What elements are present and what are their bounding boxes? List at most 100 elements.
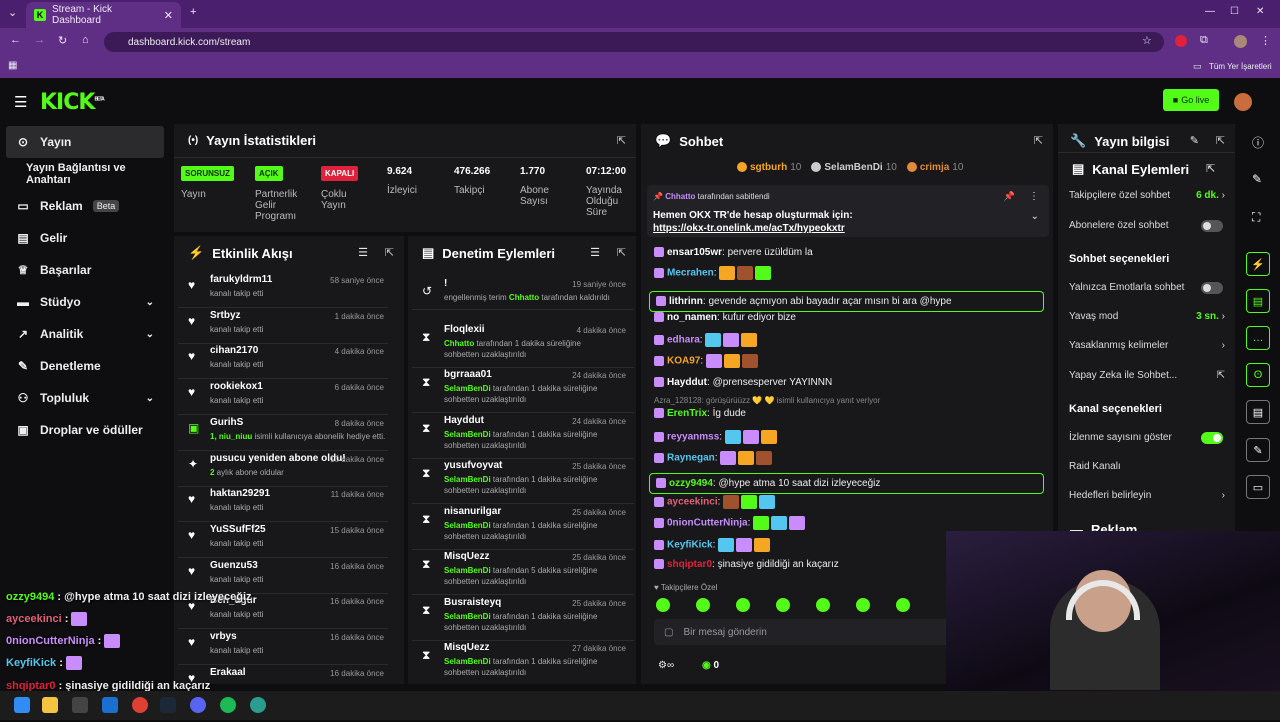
- activity-user[interactable]: pusucu yeniden abone oldu!: [210, 453, 346, 464]
- windows-start-icon[interactable]: [14, 697, 30, 713]
- browser-tab[interactable]: K Stream - Kick Dashboard ✕: [26, 2, 181, 28]
- sidebar-item-droplar[interactable]: ▣ Droplar ve ödüller: [0, 414, 170, 446]
- wrench-tool-icon[interactable]: ✎: [1246, 438, 1270, 462]
- filter-icon[interactable]: ☰: [590, 246, 600, 259]
- close-window-icon[interactable]: ✕: [1256, 6, 1264, 17]
- moderation-target[interactable]: MisqUezz: [444, 551, 490, 562]
- chat-username[interactable]: Raynegan: [667, 453, 715, 464]
- banned-words[interactable]: Yasaklanmış kelimeler ›: [1069, 340, 1225, 351]
- chevron-down-icon[interactable]: ⌄: [1031, 211, 1039, 222]
- home-icon[interactable]: ⌂: [82, 34, 89, 46]
- sidebar-item-topluluk[interactable]: ⚇ Topluluk ⌄: [0, 382, 170, 414]
- chat-username[interactable]: Hayddut: [667, 377, 707, 388]
- chat-username[interactable]: KOA97: [667, 356, 700, 367]
- quick-emote-icon[interactable]: [656, 598, 670, 612]
- sidebar-item-reklam[interactable]: ▭ Reklam Beta: [0, 190, 170, 222]
- activity-user[interactable]: YuSSufFf25: [210, 524, 266, 535]
- expand-icon[interactable]: ⇱: [1206, 162, 1215, 175]
- show-viewers[interactable]: İzlenme sayısını göster: [1069, 432, 1225, 444]
- subs-only-toggle[interactable]: [1201, 220, 1223, 232]
- hamburger-menu-icon[interactable]: ☰: [14, 93, 27, 111]
- window-tool-icon[interactable]: ▭: [1246, 475, 1270, 499]
- okx-link[interactable]: https://okx-tr.onelink.me/acTx/hypeokxtr: [653, 223, 845, 234]
- chat-username[interactable]: no_namen: [667, 312, 717, 323]
- minimize-icon[interactable]: —: [1205, 6, 1215, 17]
- browser-icon[interactable]: [250, 697, 266, 713]
- new-tab-icon[interactable]: +: [190, 6, 196, 18]
- more-icon[interactable]: ⋮: [1029, 191, 1039, 202]
- sidebar-item-analitik[interactable]: ↗ Analitik ⌄: [0, 318, 170, 350]
- spotify-icon[interactable]: [220, 697, 236, 713]
- unpin-icon[interactable]: 📌: [1004, 191, 1015, 202]
- activity-user[interactable]: Erakaal: [210, 667, 246, 678]
- sidebar-item-basarilar[interactable]: ♕ Başarılar: [0, 254, 170, 286]
- quick-emote-icon[interactable]: [696, 598, 710, 612]
- user-avatar[interactable]: [1234, 93, 1252, 111]
- all-bookmarks-label[interactable]: Tüm Yer İşaretleri: [1209, 62, 1272, 71]
- chat-username[interactable]: ayceekinci: [667, 497, 718, 508]
- chat-username[interactable]: Mecrahen: [667, 268, 714, 279]
- moderation-target[interactable]: Busraisteyq: [444, 597, 501, 608]
- sidebar-item-stream-key[interactable]: Yayın Bağlantısı ve Anahtarı: [0, 158, 170, 190]
- activity-user[interactable]: GurihS: [210, 417, 243, 428]
- chrome-icon[interactable]: [132, 697, 148, 713]
- moderation-target[interactable]: MisqUezz: [444, 642, 490, 653]
- forward-icon[interactable]: →: [34, 34, 45, 46]
- moderation-target[interactable]: Hayddut: [444, 415, 484, 426]
- file-explorer-icon[interactable]: [42, 697, 58, 713]
- expand-icon[interactable]: ⇱: [385, 246, 394, 259]
- chat-username[interactable]: ozzy9494: [669, 478, 713, 489]
- slow-mode[interactable]: Yavaş mod 3 sn. ›: [1069, 311, 1225, 322]
- emotes-only-chat[interactable]: Yalnızca Emotlarla sohbet: [1069, 282, 1225, 294]
- activity-user[interactable]: Guenzu53: [210, 560, 258, 571]
- top-gifter[interactable]: sgtburh 10: [737, 162, 801, 173]
- emotes-only-toggle[interactable]: [1201, 282, 1223, 294]
- chat-username[interactable]: 0nionCutterNinja: [667, 518, 748, 529]
- filter-icon[interactable]: ☰: [358, 246, 368, 259]
- chat-username[interactable]: edhara: [667, 335, 700, 346]
- activity-user[interactable]: farukyldrm11: [210, 274, 272, 285]
- chat-username[interactable]: shqiptar0: [667, 559, 712, 570]
- extension-opera-icon[interactable]: [1175, 35, 1187, 47]
- quick-emote-icon[interactable]: [776, 598, 790, 612]
- chat-settings-icon[interactable]: ⚙∞: [658, 660, 674, 671]
- sidebar-item-yayin[interactable]: ⊙ Yayın: [6, 126, 164, 158]
- server-tool-icon[interactable]: ▤: [1246, 400, 1270, 424]
- sidebar-item-studyo[interactable]: ▬ Stüdyo ⌄: [0, 286, 170, 318]
- ai-chat[interactable]: Yapay Zeka ile Sohbet... ⇱: [1069, 370, 1225, 381]
- top-gifter[interactable]: crimja 10: [906, 162, 963, 173]
- chat-username[interactable]: reyyanmss: [667, 432, 719, 443]
- moderation-target[interactable]: !: [444, 278, 447, 289]
- outlook-icon[interactable]: [102, 697, 118, 713]
- back-icon[interactable]: ←: [10, 34, 21, 46]
- raid-channel[interactable]: Raid Kanalı: [1069, 461, 1225, 472]
- url-field[interactable]: dashboard.kick.com/stream: [104, 32, 1164, 52]
- chat-username[interactable]: KeyfiKick: [667, 540, 713, 551]
- activity-user[interactable]: rookiekox1: [210, 381, 263, 392]
- pencil-icon[interactable]: ✎: [1252, 172, 1262, 186]
- close-tab-icon[interactable]: ✕: [164, 9, 173, 22]
- chat-username[interactable]: ensar105wr: [667, 247, 722, 258]
- expand-icon[interactable]: ⇱: [1216, 134, 1225, 147]
- edit-icon[interactable]: ✎: [1190, 134, 1199, 147]
- top-gifter[interactable]: SelamBenDi 10: [811, 162, 897, 173]
- store-icon[interactable]: [72, 697, 88, 713]
- subs-only-chat[interactable]: Abonelere özel sohbet: [1069, 220, 1225, 232]
- extensions-icon[interactable]: ⧉: [1200, 34, 1208, 47]
- discord-icon[interactable]: [190, 697, 206, 713]
- go-live-button[interactable]: ■ Go live: [1163, 89, 1219, 111]
- activity-user[interactable]: Srtbyz: [210, 310, 241, 321]
- chat-username[interactable]: lithrinn: [669, 296, 703, 307]
- followers-only-chat[interactable]: Takipçilere özel sohbet 6 dk. ›: [1069, 190, 1225, 201]
- apps-grid-icon[interactable]: ▦: [8, 60, 17, 71]
- profile-avatar[interactable]: [1234, 35, 1247, 48]
- steam-icon[interactable]: [160, 697, 176, 713]
- bolt-tool-icon[interactable]: ⚡: [1246, 252, 1270, 276]
- quick-emote-icon[interactable]: [736, 598, 750, 612]
- bookmark-star-icon[interactable]: ☆: [1142, 34, 1152, 47]
- activity-user[interactable]: haktan29291: [210, 488, 270, 499]
- chat-tool-icon[interactable]: …: [1246, 326, 1270, 350]
- quick-emote-icon[interactable]: [896, 598, 910, 612]
- tab-menu-icon[interactable]: ⌄: [8, 6, 17, 19]
- fullscreen-icon[interactable]: ⛶: [1252, 210, 1260, 225]
